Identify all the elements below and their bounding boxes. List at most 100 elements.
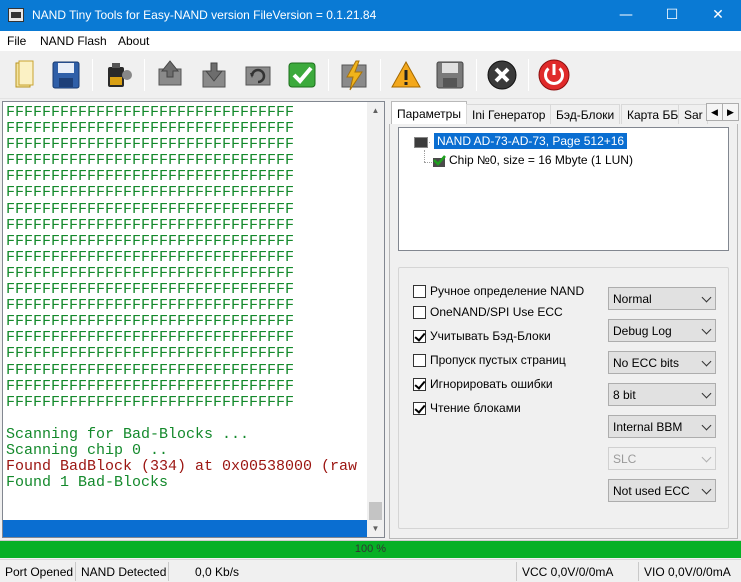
status-vio: VIO 0,0V/0/0mA xyxy=(644,565,731,579)
menu-file-label: File xyxy=(7,34,27,48)
save-button[interactable] xyxy=(48,57,84,93)
log-hex-line: FFFFFFFFFFFFFFFFFFFFFFFFFFFFFFFF xyxy=(6,184,295,202)
stop-cross-icon xyxy=(487,60,517,90)
progress-bar: 100 % xyxy=(0,540,741,558)
app-chip-icon xyxy=(8,8,24,22)
checkbox-label: Чтение блоками xyxy=(430,401,521,415)
select-detect-mode[interactable]: Normal xyxy=(608,287,716,310)
log-hex-line: FFFFFFFFFFFFFFFFFFFFFFFFFFFFFFFF xyxy=(6,136,295,154)
log-scrollbar[interactable]: ▲ ▼ xyxy=(367,102,384,537)
checkbox-box[interactable] xyxy=(413,354,426,367)
chevron-down-icon xyxy=(701,324,712,335)
settings-tabs: Параметры Ini Генератор Бэд-Блоки Карта … xyxy=(389,101,739,125)
tab-scroll-arrows: ◀ ▶ xyxy=(706,103,740,121)
tab-scroll-left-icon[interactable]: ◀ xyxy=(706,103,723,121)
tab-sar[interactable]: Sar xyxy=(678,104,708,125)
select-value: Not used ECC xyxy=(613,484,690,498)
menu-about[interactable]: About xyxy=(118,34,149,48)
checkbox-box[interactable] xyxy=(413,402,426,415)
toolbar-separator xyxy=(92,59,93,91)
log-hex-line: FFFFFFFFFFFFFFFFFFFFFFFFFFFFFFFF xyxy=(6,216,295,234)
log-hex-line: FFFFFFFFFFFFFFFFFFFFFFFFFFFFFFFF xyxy=(6,377,295,395)
log-message-line: Scanning chip 0 .. xyxy=(6,441,169,459)
chevron-down-icon xyxy=(701,388,712,399)
power-supply-button[interactable] xyxy=(100,57,136,93)
tab-bb-map[interactable]: Карта ББ xyxy=(621,104,685,125)
log-hex-line: FFFFFFFFFFFFFFFFFFFFFFFFFFFFFFFF xyxy=(6,248,295,266)
select-bbm-mode[interactable]: Internal BBM xyxy=(608,415,716,438)
scroll-down-arrow[interactable]: ▼ xyxy=(367,520,384,537)
toolbar-separator xyxy=(328,59,329,91)
status-nand: NAND Detected xyxy=(81,565,167,579)
close-button[interactable]: ✕ xyxy=(695,0,741,31)
read-chip-icon xyxy=(158,60,182,86)
verify-check-icon xyxy=(288,62,316,88)
checkbox-box[interactable] xyxy=(413,378,426,391)
save-disk-icon xyxy=(52,61,80,89)
exit-button[interactable] xyxy=(536,57,572,93)
toolbar-separator xyxy=(528,59,529,91)
chevron-down-icon xyxy=(701,356,712,367)
chevron-down-icon xyxy=(701,420,712,431)
select-value: Debug Log xyxy=(613,324,672,338)
checkbox-label: Игнорировать ошибки xyxy=(430,377,553,391)
toolbar-separator xyxy=(380,59,381,91)
log-console[interactable]: FFFFFFFFFFFFFFFFFFFFFFFFFFFFFFFF FFFFFFFF… xyxy=(2,101,385,538)
log-message-line: Found 1 Bad-Blocks xyxy=(6,474,169,492)
save-dump-icon xyxy=(436,61,464,89)
chevron-down-icon xyxy=(701,292,712,303)
status-separator xyxy=(75,562,76,581)
log-selection-bar xyxy=(3,520,367,537)
select-value: No ECC bits xyxy=(613,356,680,370)
checkbox-box[interactable] xyxy=(413,330,426,343)
tree-node-nand-label: NAND AD-73-AD-73, Page 512+16 xyxy=(434,133,628,149)
erase-button[interactable] xyxy=(336,57,372,93)
select-cell-type: SLC xyxy=(608,447,716,470)
parameters-panel: NAND AD-73-AD-73, Page 512+16 Chip №0, s… xyxy=(389,124,738,539)
open-file-icon xyxy=(15,60,34,88)
log-hex-line: FFFFFFFFFFFFFFFFFFFFFFFFFFFFFFFF xyxy=(6,104,295,121)
tab-parameters[interactable]: Параметры xyxy=(391,101,467,125)
scroll-thumb[interactable] xyxy=(369,502,382,520)
read-chip-button[interactable] xyxy=(152,57,188,93)
log-blank-line xyxy=(6,411,357,427)
minimize-button[interactable]: — xyxy=(603,0,649,31)
maximize-button[interactable]: ☐ xyxy=(649,0,695,31)
menu-nand-flash[interactable]: NAND Flash xyxy=(40,34,107,48)
log-message-line: Scanning for Bad-Blocks ... xyxy=(6,425,250,443)
warning-button[interactable] xyxy=(388,57,424,93)
status-bar: Port Opened NAND Detected 0,0 Kb/s VCC 0… xyxy=(0,559,741,582)
open-file-button[interactable] xyxy=(7,57,43,93)
select-ecc-bits[interactable]: No ECC bits xyxy=(608,351,716,374)
scroll-up-arrow[interactable]: ▲ xyxy=(367,102,384,119)
select-bus-width[interactable]: 8 bit xyxy=(608,383,716,406)
checkbox-label: Ручное определение NAND xyxy=(430,284,585,298)
warning-icon xyxy=(391,60,421,88)
tab-scroll-right-icon[interactable]: ▶ xyxy=(722,103,739,121)
log-hex-line: FFFFFFFFFFFFFFFFFFFFFFFFFFFFFFFF xyxy=(6,264,295,282)
log-hex-line: FFFFFFFFFFFFFFFFFFFFFFFFFFFFFFFF xyxy=(6,200,295,218)
status-port: Port Opened xyxy=(5,565,74,579)
checkbox-box[interactable] xyxy=(413,285,426,298)
select-value: SLC xyxy=(613,452,637,466)
select-ecc-mode[interactable]: Not used ECC xyxy=(608,479,716,502)
write-chip-button[interactable] xyxy=(196,57,232,93)
refresh-button[interactable] xyxy=(240,57,276,93)
verify-button[interactable] xyxy=(284,57,320,93)
toolbar-separator xyxy=(476,59,477,91)
log-lines: FFFFFFFFFFFFFFFFFFFFFFFFFFFFFFFF FFFFFFFF… xyxy=(6,104,357,492)
select-log-level[interactable]: Debug Log xyxy=(608,319,716,342)
menu-file[interactable]: File xyxy=(7,34,26,48)
select-value: Internal BBM xyxy=(613,420,683,434)
toolbar-separator xyxy=(144,59,145,91)
stop-button[interactable] xyxy=(484,57,520,93)
tab-bad-blocks[interactable]: Бэд-Блоки xyxy=(550,104,621,125)
checkbox-box[interactable] xyxy=(413,306,426,319)
save-dump-button[interactable] xyxy=(432,57,468,93)
tab-ini-generator[interactable]: Ini Генератор xyxy=(466,104,552,125)
log-hex-line: FFFFFFFFFFFFFFFFFFFFFFFFFFFFFFFF xyxy=(6,297,295,315)
checkbox-label: OneNAND/SPI Use ECC xyxy=(430,305,563,319)
log-hex-line: FFFFFFFFFFFFFFFFFFFFFFFFFFFFFFFF xyxy=(6,345,295,363)
chip-check-icon xyxy=(433,155,446,167)
chip-tree[interactable]: NAND AD-73-AD-73, Page 512+16 Chip №0, s… xyxy=(398,127,729,251)
